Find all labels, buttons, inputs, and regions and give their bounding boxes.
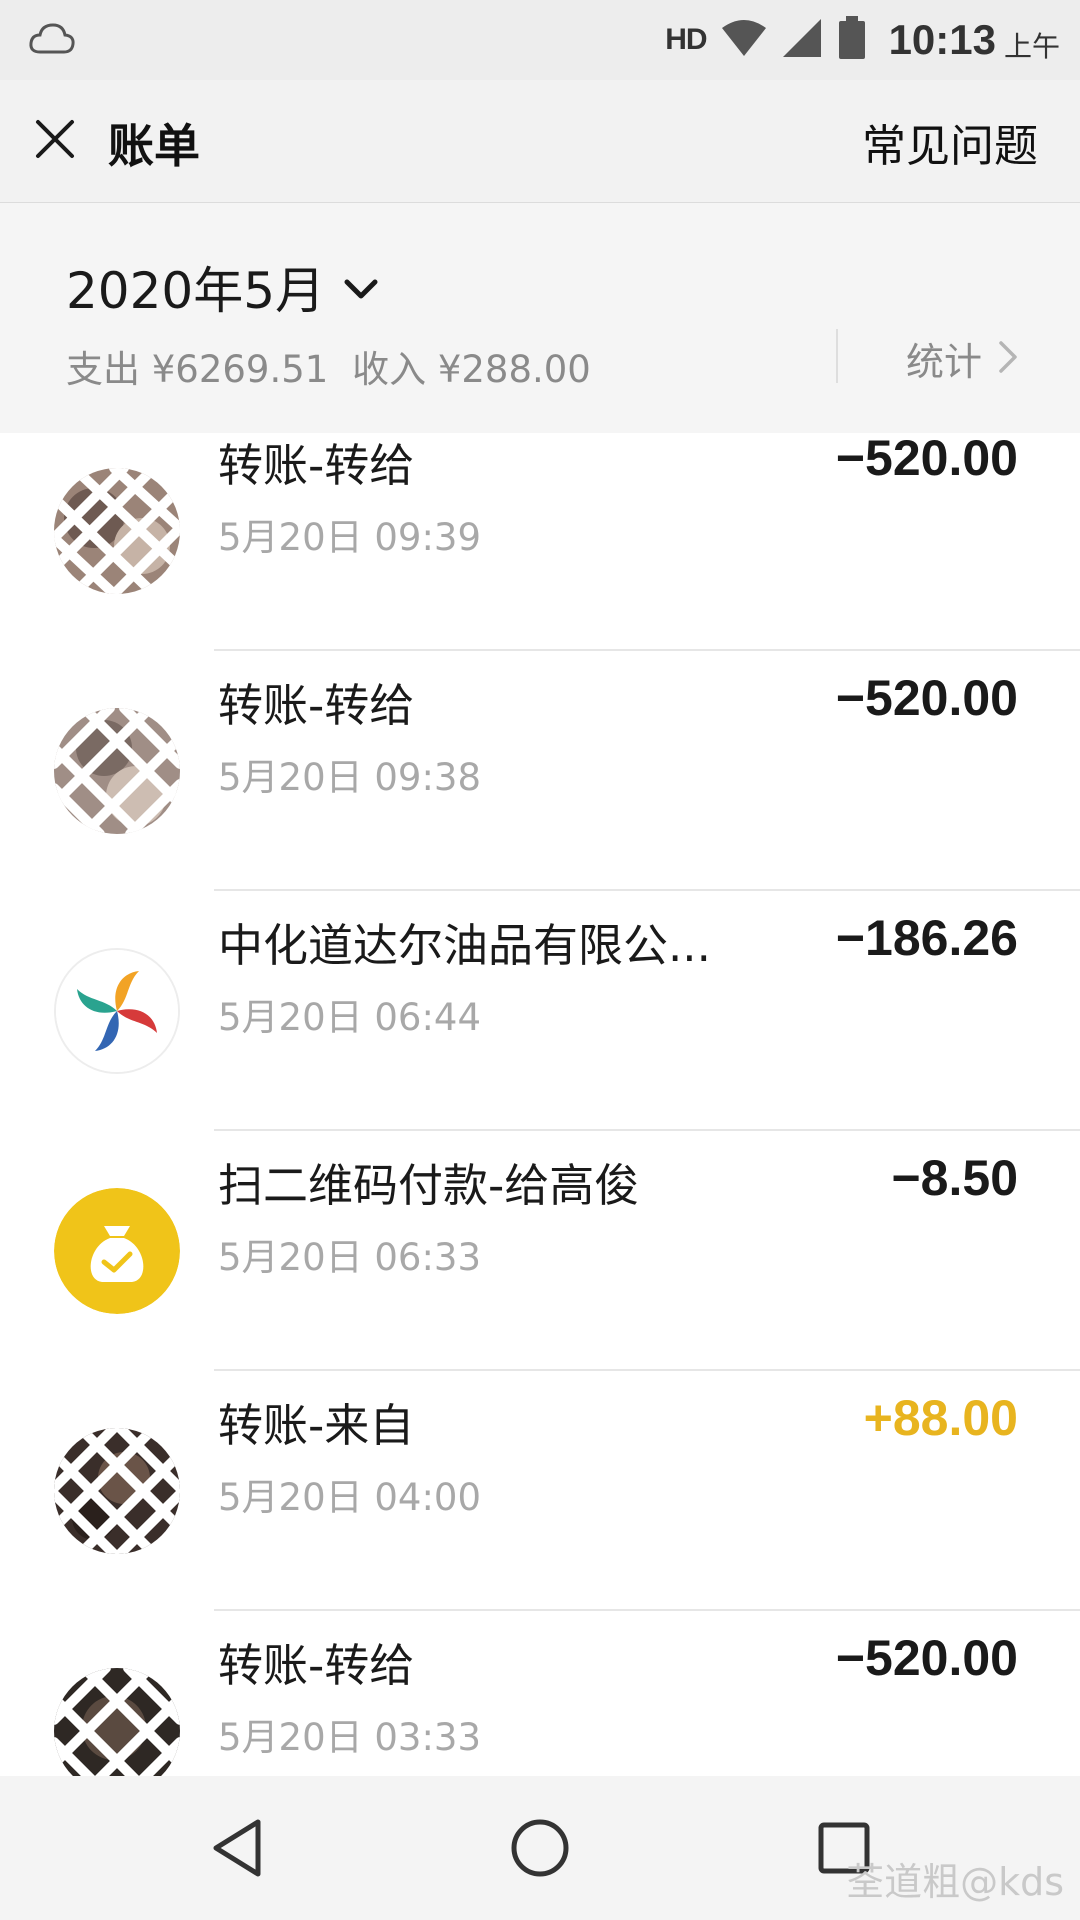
income-total: 收入 ¥288.00 <box>352 348 591 391</box>
transaction-amount: +88.00 <box>863 1390 1018 1446</box>
transaction-time: 5月20日 03:33 <box>218 1716 482 1759</box>
transaction-list: 转账-转给 5月20日 09:39 −520.00 转账-转给 5月20日 09… <box>0 433 1080 1776</box>
month-totals: 支出 ¥6269.51 收入 ¥288.00 <box>66 339 603 393</box>
transaction-time: 5月20日 09:39 <box>218 516 482 559</box>
transaction-amount: −520.00 <box>835 1630 1018 1686</box>
transaction-row[interactable]: 转账-转给 5月20日 09:38 −520.00 <box>0 651 1080 891</box>
transaction-amount: −8.50 <box>891 1150 1018 1206</box>
network-type: HD <box>665 23 707 56</box>
battery-icon <box>837 15 867 65</box>
transaction-name: 转账-转给 <box>218 679 415 732</box>
avatar <box>54 1668 180 1776</box>
transaction-amount: −520.00 <box>835 433 1018 486</box>
wifi-icon <box>721 18 767 62</box>
clock: 10:13 <box>888 16 996 63</box>
transaction-name: 转账-转给 <box>218 1639 415 1692</box>
transaction-name: 转账-来自 <box>218 1399 415 1452</box>
transaction-time: 5月20日 06:33 <box>218 1236 482 1279</box>
ampm-label: 上午 <box>1003 30 1060 63</box>
transaction-row[interactable]: 转账-转给 5月20日 09:39 −520.00 <box>0 433 1080 651</box>
watermark: 荃道粗@kds <box>846 1860 1064 1904</box>
transaction-row[interactable]: 中化道达尔油品有限公... 5月20日 06:44 −186.26 <box>0 891 1080 1131</box>
avatar <box>54 1428 180 1554</box>
transaction-row[interactable]: 转账-转给 5月20日 03:33 −520.00 <box>0 1611 1080 1776</box>
stats-label: 统计 <box>906 340 983 384</box>
chevron-right-icon <box>998 340 1018 378</box>
home-icon[interactable] <box>508 1816 572 1880</box>
transaction-name: 中化道达尔油品有限公... <box>218 919 711 972</box>
system-nav-bar: 荃道粗@kds <box>0 1776 1080 1920</box>
divider <box>836 329 838 383</box>
transaction-row[interactable]: 转账-来自 5月20日 04:00 +88.00 <box>0 1371 1080 1611</box>
money-bag-icon <box>54 1188 180 1314</box>
transaction-time: 5月20日 04:00 <box>218 1476 482 1519</box>
avatar <box>54 468 180 594</box>
status-bar: HD 10:13 上午 <box>0 0 1080 80</box>
transaction-amount: −186.26 <box>835 910 1018 966</box>
back-icon[interactable] <box>206 1816 270 1880</box>
transaction-time: 5月20日 09:38 <box>218 756 482 799</box>
close-icon[interactable] <box>30 114 80 164</box>
month-label: 2020年5月 <box>66 262 326 320</box>
fuel-company-logo <box>54 948 180 1074</box>
month-selector[interactable]: 2020年5月 <box>66 251 379 323</box>
signal-icon <box>781 17 823 63</box>
chevron-down-icon <box>343 277 379 305</box>
transaction-name: 扫二维码付款-给高俊 <box>218 1159 640 1212</box>
cloud-icon <box>28 18 76 62</box>
title-bar: 账单 常见问题 <box>0 80 1080 203</box>
transaction-time: 5月20日 06:44 <box>218 996 482 1039</box>
stats-button[interactable]: 统计 <box>906 331 1018 386</box>
page-title: 账单 <box>108 119 200 173</box>
avatar <box>54 708 180 834</box>
expense-total: 支出 ¥6269.51 <box>66 348 329 391</box>
faq-link[interactable]: 常见问题 <box>862 110 1038 174</box>
transaction-name: 转账-转给 <box>218 439 415 492</box>
transaction-amount: −520.00 <box>835 670 1018 726</box>
month-summary: 2020年5月 支出 ¥6269.51 收入 ¥288.00 统计 <box>0 203 1080 433</box>
transaction-row[interactable]: 扫二维码付款-给高俊 5月20日 06:33 −8.50 <box>0 1131 1080 1371</box>
